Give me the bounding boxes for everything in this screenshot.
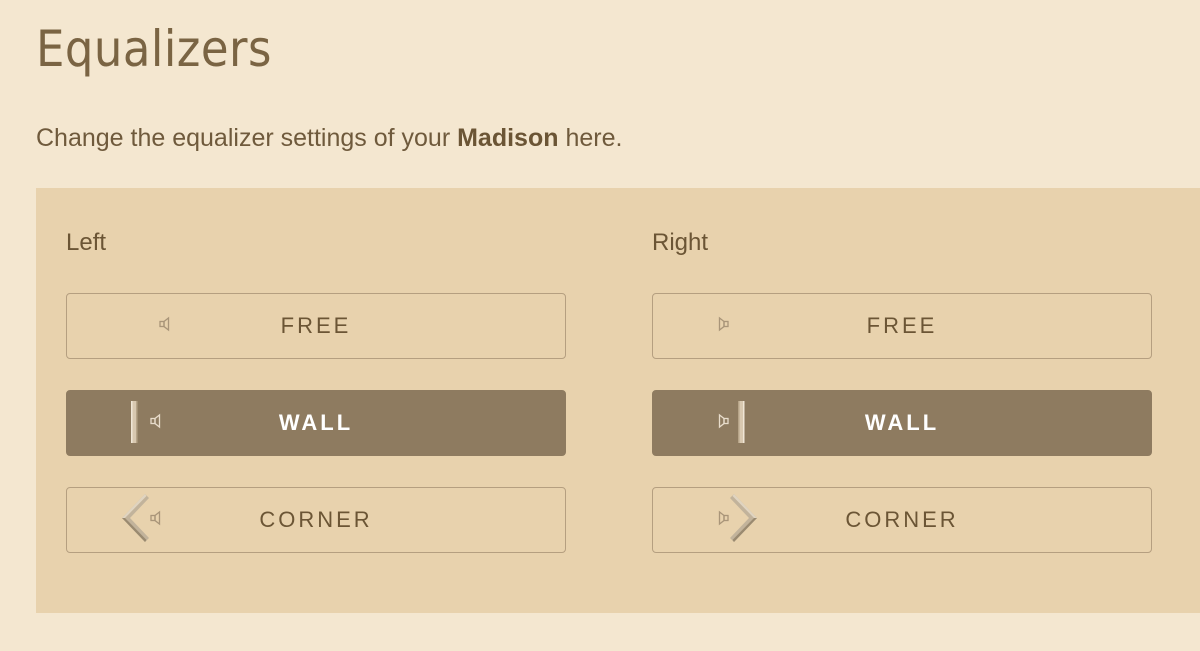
right-channel-title: Right [652, 229, 709, 256]
left-corner-label: CORNER [259, 507, 373, 532]
page-title: Equalizers [36, 20, 272, 78]
intro-text: Change the equalizer settings of your Ma… [36, 124, 622, 153]
left-free-button[interactable]: FREE [66, 293, 566, 359]
right-wall-label: WALL [864, 410, 940, 435]
equalizer-panel: Left FREE WALL CORNER Right FREE WALL CO… [36, 188, 1200, 613]
right-free-label: FREE [866, 313, 938, 338]
right-corner-button[interactable]: CORNER [652, 487, 1152, 553]
left-corner-button[interactable]: CORNER [66, 487, 566, 553]
left-channel-title: Left [66, 229, 107, 256]
device-name: Madison [457, 124, 559, 152]
intro-suffix: here. [558, 124, 623, 152]
right-wall-button[interactable]: WALL [652, 390, 1152, 456]
intro-prefix: Change the equalizer settings of your [36, 124, 458, 152]
right-corner-label: CORNER [845, 507, 959, 532]
left-wall-button[interactable]: WALL [66, 390, 566, 456]
left-wall-label: WALL [278, 410, 354, 435]
left-free-label: FREE [280, 313, 352, 338]
right-free-button[interactable]: FREE [652, 293, 1152, 359]
